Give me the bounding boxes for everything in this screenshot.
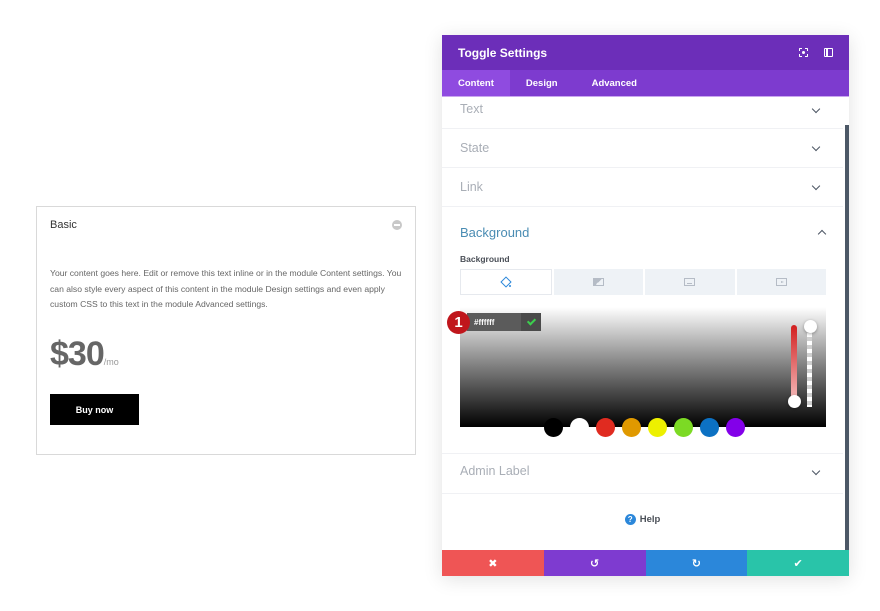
modal-content: Text State Link Background Background #f… <box>442 96 849 550</box>
undo-icon: ↺ <box>590 557 600 570</box>
apply-color-button[interactable] <box>521 313 541 331</box>
redo-button[interactable]: ↻ <box>645 550 748 576</box>
scrollbar[interactable] <box>845 125 849 550</box>
step-badge: 1 <box>447 311 470 334</box>
swatch-green[interactable] <box>674 418 693 437</box>
hex-color-input[interactable]: #ffffff <box>467 313 541 331</box>
modal-header: Toggle Settings <box>442 35 849 70</box>
expand-icon[interactable] <box>799 48 808 57</box>
opacity-slider-handle[interactable] <box>804 320 817 333</box>
undo-button[interactable]: ↺ <box>543 550 646 576</box>
modal-tabs: Content Design Advanced <box>442 70 849 97</box>
swatch-white[interactable] <box>570 418 589 437</box>
swatch-red[interactable] <box>596 418 615 437</box>
gradient-icon <box>592 278 604 286</box>
tab-advanced[interactable]: Advanced <box>576 70 653 96</box>
modal-title: Toggle Settings <box>458 46 548 60</box>
swatch-purple[interactable] <box>726 418 745 437</box>
video-icon <box>775 278 787 286</box>
modal-footer: ✖ ↺ ↻ ✔ <box>442 550 849 576</box>
toggle-body-text: Your content goes here. Edit or remove t… <box>50 268 402 309</box>
save-button[interactable]: ✔ <box>747 550 849 576</box>
close-icon: ✖ <box>488 557 498 570</box>
cancel-button[interactable]: ✖ <box>442 550 544 576</box>
opacity-slider[interactable] <box>807 325 812 407</box>
paint-bucket-icon <box>501 278 512 287</box>
background-color-tab[interactable] <box>460 269 552 295</box>
check-icon <box>526 316 536 326</box>
color-swatches <box>544 418 745 437</box>
toggle-title[interactable]: Basic <box>50 219 77 231</box>
help-icon: ? <box>624 514 636 525</box>
section-link[interactable]: Link <box>442 168 843 207</box>
tab-content[interactable]: Content <box>442 70 510 96</box>
section-state[interactable]: State <box>442 129 843 168</box>
toggle-settings-modal: Toggle Settings Content Design Advanced … <box>442 35 849 576</box>
section-admin-label-label: Admin Label <box>460 464 530 478</box>
section-background-label[interactable]: Background <box>460 225 529 240</box>
toggle-module-preview[interactable]: Basic Your content goes here. Edit or re… <box>36 206 416 455</box>
chevron-down-icon[interactable] <box>811 104 821 114</box>
buy-now-button[interactable]: Buy now <box>50 394 139 425</box>
swatch-orange[interactable] <box>622 418 641 437</box>
background-gradient-tab[interactable] <box>553 269 643 295</box>
image-icon <box>684 278 696 286</box>
hue-slider-handle[interactable] <box>788 395 801 408</box>
check-icon: ✔ <box>793 557 803 570</box>
help-button[interactable]: ? Help <box>442 514 843 525</box>
section-text-label: Text <box>460 102 483 116</box>
chevron-down-icon[interactable] <box>811 466 821 476</box>
section-admin-label[interactable]: Admin Label <box>442 454 843 494</box>
price-display: $30/mo <box>50 335 119 374</box>
swatch-black[interactable] <box>544 418 563 437</box>
background-type-tabs <box>460 269 826 295</box>
price-amount: $30 <box>50 335 105 373</box>
chevron-down-icon[interactable] <box>811 142 821 152</box>
price-period: /mo <box>103 357 119 367</box>
background-image-tab[interactable] <box>645 269 735 295</box>
chevron-down-icon[interactable] <box>811 181 821 191</box>
tab-design[interactable]: Design <box>510 70 576 96</box>
redo-icon: ↻ <box>691 557 701 570</box>
section-text[interactable]: Text <box>442 96 843 129</box>
background-video-tab[interactable] <box>736 269 826 295</box>
hex-value[interactable]: #ffffff <box>467 318 521 327</box>
swatch-yellow[interactable] <box>648 418 667 437</box>
swatch-blue[interactable] <box>700 418 719 437</box>
toggle-collapse-icon[interactable] <box>392 220 402 230</box>
section-link-label: Link <box>460 180 483 194</box>
sidebar-toggle-icon[interactable] <box>824 48 833 57</box>
background-field-label: Background <box>460 254 510 264</box>
help-label: Help <box>639 514 661 525</box>
section-state-label: State <box>460 141 490 155</box>
